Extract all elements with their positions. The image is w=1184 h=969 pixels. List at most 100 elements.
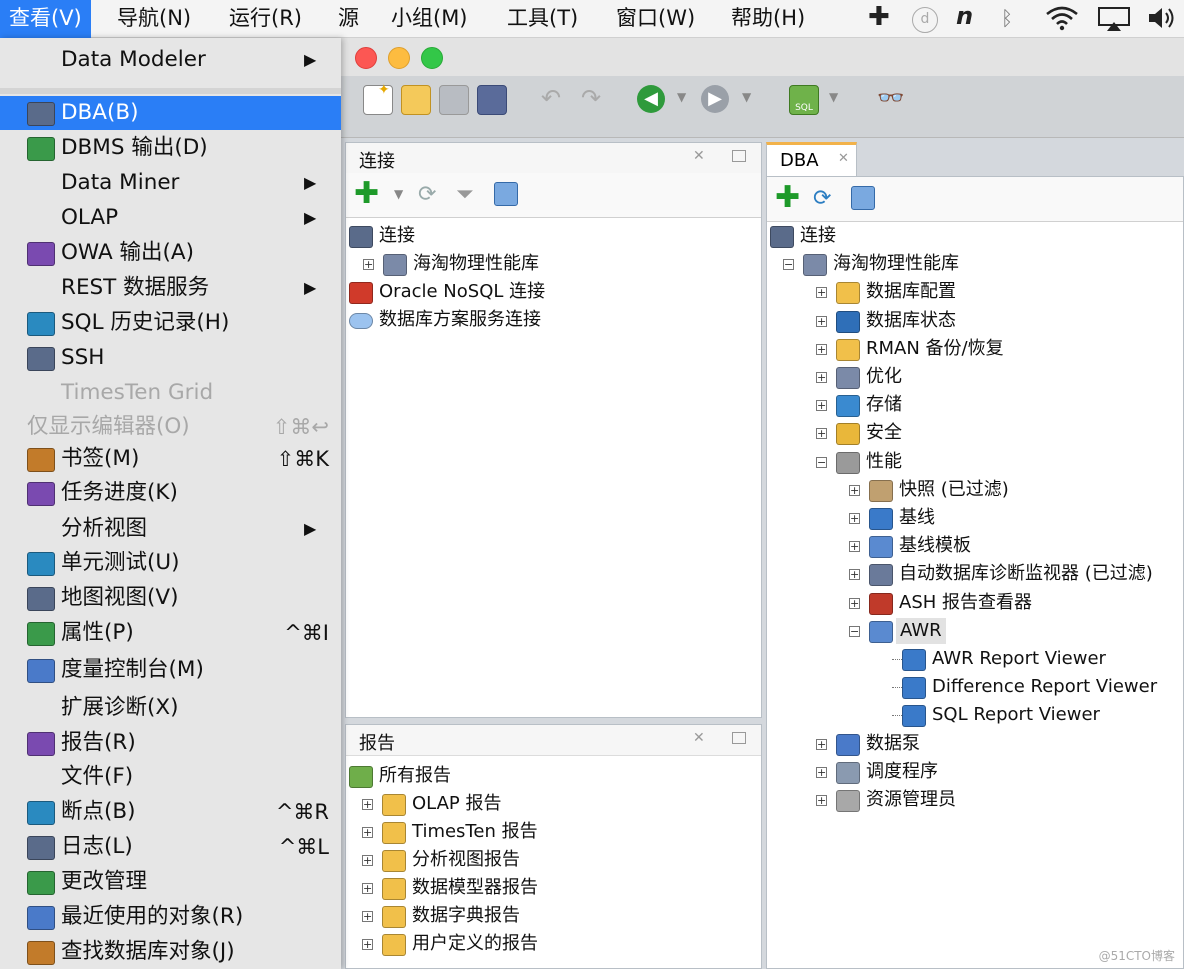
minimize-window-button[interactable] bbox=[388, 47, 410, 69]
menu-view[interactable]: 查看(V) bbox=[0, 0, 91, 38]
menu-item[interactable]: 书签(M) ⇧⌘K bbox=[0, 442, 341, 476]
open-folder-icon[interactable] bbox=[401, 85, 431, 115]
expand-icon[interactable]: + bbox=[849, 484, 860, 496]
undo-icon[interactable]: ↶ bbox=[537, 85, 565, 113]
add-dropdown-icon[interactable]: ▼ bbox=[394, 187, 403, 201]
save-icon[interactable] bbox=[439, 85, 469, 115]
menu-item[interactable]: 单元测试(U) bbox=[0, 546, 341, 580]
minimize-panel-icon[interactable] bbox=[732, 732, 746, 744]
sql-worksheet-icon[interactable]: SQL bbox=[789, 85, 819, 115]
refresh-icon[interactable]: ⟳ bbox=[813, 186, 839, 212]
menu-item[interactable]: 扩展诊断(X) bbox=[0, 691, 341, 725]
menu-item[interactable]: SQL 历史记录(H) bbox=[0, 306, 341, 340]
collapse-icon[interactable]: − bbox=[816, 456, 827, 468]
wifi-icon[interactable] bbox=[1044, 3, 1080, 38]
expand-icon[interactable]: + bbox=[816, 343, 827, 355]
close-tab-icon[interactable]: ✕ bbox=[838, 151, 849, 166]
menu-run[interactable]: 运行(R) bbox=[229, 0, 302, 38]
add-connection-icon[interactable]: ✚ bbox=[354, 179, 380, 209]
expand-icon[interactable]: + bbox=[362, 939, 373, 950]
expand-icon[interactable]: + bbox=[816, 315, 827, 327]
snapshot-icon bbox=[869, 479, 893, 502]
expand-icon[interactable]: + bbox=[849, 569, 860, 581]
tab-dba[interactable]: DBA ✕ bbox=[766, 142, 857, 178]
expand-icon[interactable]: + bbox=[849, 513, 860, 524]
menu-item[interactable]: 断点(B) ^⌘R bbox=[0, 795, 341, 829]
menu-window[interactable]: 窗口(W) bbox=[616, 0, 695, 38]
data-pump-icon bbox=[836, 733, 860, 756]
redo-icon[interactable]: ↷ bbox=[577, 85, 605, 113]
volume-icon[interactable] bbox=[1147, 5, 1177, 36]
close-panel-icon[interactable]: ✕ bbox=[693, 148, 705, 164]
expand-icon[interactable]: + bbox=[363, 259, 374, 270]
n-app-icon[interactable]: n bbox=[956, 2, 973, 30]
menu-navigate[interactable]: 导航(N) bbox=[117, 0, 191, 38]
save-all-icon[interactable] bbox=[477, 85, 507, 115]
back-icon[interactable]: ◀ bbox=[637, 85, 665, 113]
expand-icon[interactable]: + bbox=[816, 428, 827, 440]
zoom-window-button[interactable] bbox=[421, 47, 443, 69]
folder-icon bbox=[382, 794, 406, 816]
menu-item[interactable]: 日志(L) ^⌘L bbox=[0, 830, 341, 864]
menu-team[interactable]: 小组(M) bbox=[391, 0, 468, 38]
menu-item[interactable]: DBMS 输出(D) bbox=[0, 131, 341, 165]
nosql-icon bbox=[349, 282, 373, 304]
expand-icon[interactable]: + bbox=[362, 827, 373, 838]
d-circle-icon[interactable]: d bbox=[912, 7, 938, 33]
collapse-all-icon[interactable] bbox=[494, 182, 518, 206]
expand-icon[interactable]: + bbox=[816, 400, 827, 412]
menu-item[interactable]: 报告(R) bbox=[0, 726, 341, 760]
menu-item[interactable]: 更改管理 bbox=[0, 865, 341, 899]
expand-icon[interactable]: + bbox=[849, 597, 860, 609]
tree-node-label: AWR Report Viewer bbox=[932, 648, 1106, 669]
filter-icon[interactable]: ⏷ bbox=[456, 182, 482, 208]
menu-item[interactable]: 查找数据库对象(J) bbox=[0, 935, 341, 969]
menu-help[interactable]: 帮助(H) bbox=[731, 0, 805, 38]
menu-item[interactable]: 地图视图(V) bbox=[0, 581, 341, 615]
close-panel-icon[interactable]: ✕ bbox=[693, 730, 705, 746]
expand-icon[interactable]: + bbox=[816, 738, 827, 750]
expand-icon[interactable]: + bbox=[362, 911, 373, 922]
menu-item[interactable]: DBA(B) bbox=[0, 96, 341, 130]
menu-source[interactable]: 源 bbox=[338, 0, 359, 38]
menu-item[interactable]: OWA 输出(A) bbox=[0, 236, 341, 270]
menu-item[interactable]: 任务进度(K) bbox=[0, 476, 341, 510]
menu-item[interactable]: Data Miner ▶ bbox=[0, 166, 341, 200]
back-dropdown-icon[interactable]: ▼ bbox=[677, 90, 686, 104]
menu-item[interactable]: 度量控制台(M) bbox=[0, 653, 341, 687]
minimize-panel-icon[interactable] bbox=[732, 150, 746, 162]
new-file-icon[interactable]: ✦ bbox=[363, 82, 393, 115]
menu-item[interactable]: 属性(P) ^⌘I bbox=[0, 616, 341, 650]
forward-dropdown-icon[interactable]: ▼ bbox=[742, 90, 751, 104]
menu-item[interactable]: 分析视图 ▶ bbox=[0, 512, 341, 546]
bluetooth-icon[interactable]: ᛒ bbox=[1001, 6, 1013, 30]
menu-item-label: TimesTen Grid bbox=[61, 380, 214, 405]
expand-icon[interactable]: + bbox=[849, 541, 860, 553]
menu-item[interactable]: REST 数据服务 ▶ bbox=[0, 271, 341, 305]
expand-icon[interactable]: + bbox=[816, 287, 827, 299]
add-connection-icon[interactable]: ✚ bbox=[775, 183, 801, 213]
expand-icon[interactable]: + bbox=[362, 799, 373, 810]
expand-icon[interactable]: + bbox=[816, 795, 827, 806]
collapse-icon[interactable]: − bbox=[783, 259, 794, 271]
collapse-icon[interactable]: − bbox=[849, 625, 860, 637]
airplay-icon[interactable] bbox=[1097, 6, 1131, 37]
folder-icon bbox=[382, 822, 406, 844]
forward-icon[interactable]: ▶ bbox=[701, 85, 729, 113]
expand-icon[interactable]: + bbox=[362, 855, 373, 866]
binoculars-icon[interactable]: 👓 bbox=[877, 85, 905, 113]
plus-cross-icon[interactable]: ✚ bbox=[868, 2, 890, 32]
expand-icon[interactable]: + bbox=[816, 372, 827, 383]
menu-item[interactable]: SSH bbox=[0, 341, 341, 375]
expand-icon[interactable]: + bbox=[362, 883, 373, 894]
sql-dropdown-icon[interactable]: ▼ bbox=[829, 90, 838, 104]
menu-item[interactable]: 最近使用的对象(R) bbox=[0, 900, 341, 934]
close-window-button[interactable] bbox=[355, 47, 377, 69]
collapse-all-icon[interactable] bbox=[851, 186, 875, 210]
menu-tools[interactable]: 工具(T) bbox=[507, 0, 578, 38]
menu-item-data-modeler[interactable]: Data Modeler ▶ bbox=[0, 43, 341, 77]
menu-item[interactable]: OLAP ▶ bbox=[0, 201, 341, 235]
refresh-icon[interactable]: ⟳ bbox=[418, 182, 444, 208]
expand-icon[interactable]: + bbox=[816, 766, 827, 778]
menu-item[interactable]: 文件(F) bbox=[0, 760, 341, 794]
